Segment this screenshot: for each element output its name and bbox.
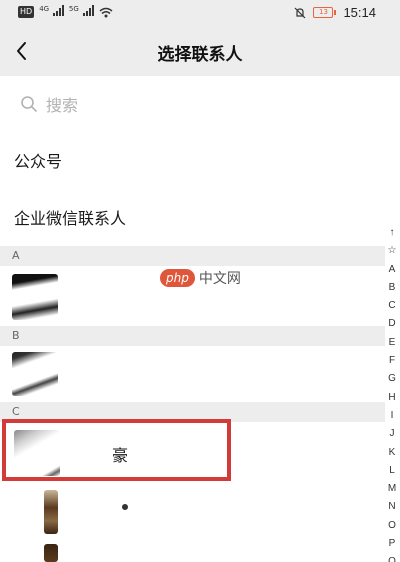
section-header-a: A <box>0 246 385 266</box>
signal-group-2: 5G <box>69 5 94 19</box>
contact-row[interactable] <box>0 346 385 402</box>
index-letter[interactable]: I <box>391 407 394 425</box>
search-placeholder: 搜索 <box>46 96 79 115</box>
search-bar: 搜索 <box>0 76 400 132</box>
avatar <box>12 274 58 320</box>
search-icon <box>21 96 37 112</box>
search-input[interactable]: 搜索 <box>20 91 380 117</box>
status-left: HD 4G 5G <box>18 5 113 19</box>
signal-icon <box>52 5 64 16</box>
index-letter[interactable]: ☆ <box>388 242 397 260</box>
site-watermark: php 中文网 <box>160 268 241 288</box>
avatar <box>44 490 58 534</box>
wifi-icon <box>99 7 113 17</box>
status-time: 15:14 <box>343 5 376 20</box>
watermark-text: 中文网 <box>198 270 241 286</box>
index-letter[interactable]: B <box>389 279 396 297</box>
avatar <box>12 352 58 396</box>
index-letter[interactable]: H <box>388 389 395 407</box>
status-right: 13 15:14 <box>294 5 376 20</box>
work-contacts-item[interactable]: 企业微信联系人 <box>0 205 385 229</box>
network-type-1: 4G <box>39 5 50 13</box>
index-letter[interactable]: M <box>388 480 396 498</box>
index-letter[interactable]: C <box>388 297 395 315</box>
section-header-b: B <box>0 326 385 346</box>
signal-icon <box>82 5 94 16</box>
signal-group-1: 4G <box>39 5 64 19</box>
highlight-annotation-box <box>2 419 231 481</box>
index-letter[interactable]: P <box>389 535 396 553</box>
index-letter[interactable]: O <box>388 517 396 535</box>
index-letter[interactable]: K <box>389 444 396 462</box>
nav-bar: 选择联系人 <box>0 26 400 76</box>
battery-icon: 13 <box>313 7 337 18</box>
hd-badge: HD <box>18 6 35 18</box>
avatar <box>44 544 58 562</box>
index-letter[interactable]: A <box>389 261 396 279</box>
network-type-2: 5G <box>68 5 79 13</box>
avatar-fragment <box>122 504 128 510</box>
battery-level: 13 <box>313 7 334 18</box>
index-letter[interactable]: F <box>389 352 395 370</box>
index-letter[interactable]: N <box>388 498 395 516</box>
page-title: 选择联系人 <box>157 45 243 65</box>
contact-row[interactable] <box>0 482 385 536</box>
work-contacts-label: 企业微信联系人 <box>14 209 127 228</box>
index-letter[interactable]: E <box>389 334 396 352</box>
index-letter[interactable]: D <box>388 315 395 333</box>
mute-icon <box>295 7 306 18</box>
index-letter[interactable]: L <box>389 462 395 480</box>
public-accounts-item[interactable]: 公众号 <box>0 148 385 172</box>
index-letter[interactable]: ↑ <box>390 224 395 242</box>
index-letter[interactable]: J <box>390 425 395 443</box>
alphabet-index-bar[interactable]: ↑ ☆ A B C D E F G H I J K L M N O P Q <box>384 224 400 562</box>
index-letter[interactable]: Q <box>388 553 396 562</box>
contact-row[interactable] <box>0 538 385 562</box>
watermark-logo: php <box>160 269 195 287</box>
status-bar: HD 4G 5G 13 15:14 <box>0 0 400 26</box>
public-accounts-label: 公众号 <box>14 152 63 171</box>
index-letter[interactable]: G <box>388 370 396 388</box>
